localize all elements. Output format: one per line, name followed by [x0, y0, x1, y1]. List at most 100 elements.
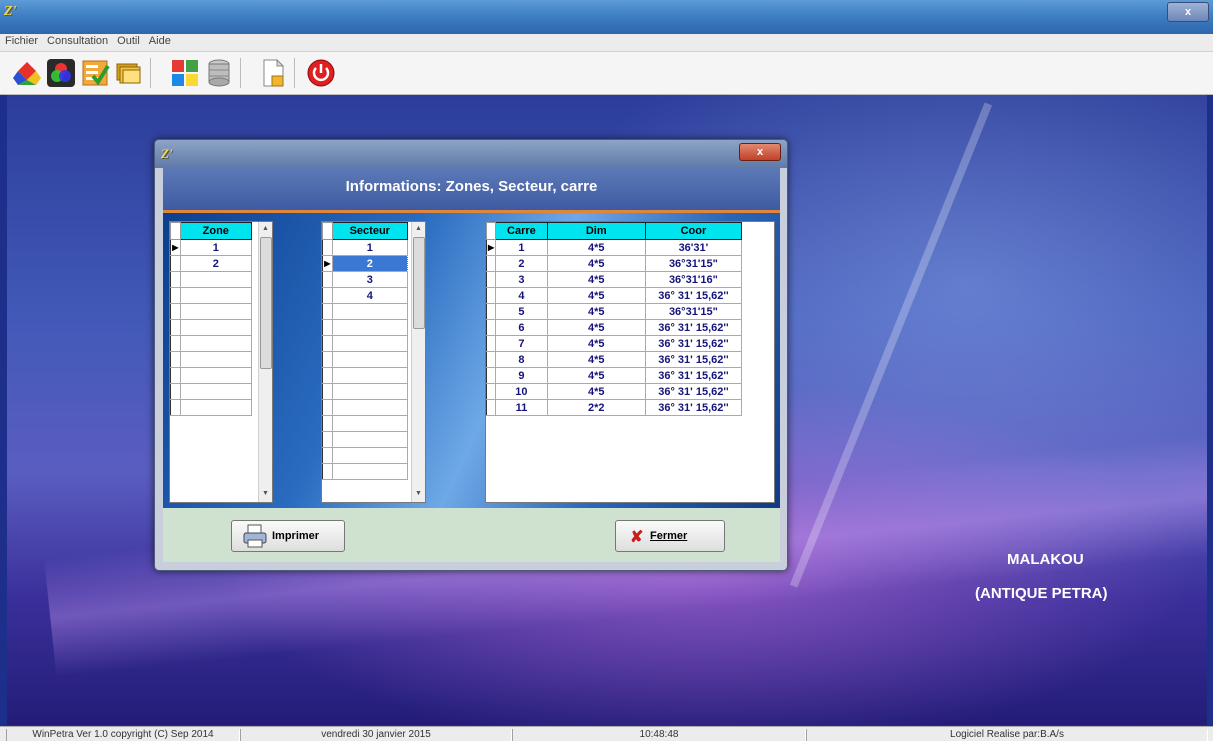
row-indicator[interactable] [322, 399, 333, 416]
table-row[interactable]: 11 2*2 36° 31' 15,62'' [486, 399, 743, 416]
table-row[interactable]: 2 4*5 36°31'15" [486, 255, 743, 272]
grid-cell[interactable]: 6 [495, 319, 548, 336]
table-row[interactable] [170, 287, 253, 304]
grid-cell[interactable] [331, 447, 409, 464]
zone-scrollbar[interactable]: ▲ ▼ [258, 222, 272, 502]
grid-cell[interactable] [179, 319, 253, 336]
grid-cell[interactable]: 4*5 [546, 335, 646, 352]
checklist-icon[interactable] [80, 58, 110, 88]
row-indicator[interactable] [486, 319, 497, 336]
grid-cell[interactable]: 2*2 [546, 399, 646, 416]
grid-cell[interactable] [179, 399, 253, 416]
table-row[interactable]: 1 [322, 239, 409, 256]
secteur-scrollbar[interactable]: ▲ ▼ [411, 222, 425, 502]
grid-cell[interactable]: 4*5 [546, 303, 646, 320]
row-indicator[interactable]: ▶ [486, 239, 497, 256]
grid-cell[interactable]: 2 [495, 255, 548, 272]
row-indicator[interactable] [486, 351, 497, 368]
grid-cell[interactable] [179, 271, 253, 288]
grid-cell[interactable] [179, 367, 253, 384]
grid-cell[interactable]: 36° 31' 15,62'' [644, 383, 743, 400]
table-row[interactable]: 10 4*5 36° 31' 15,62'' [486, 383, 743, 400]
grid-cell[interactable] [331, 383, 409, 400]
carre-grid[interactable]: Carre Dim Coor ▶ 1 4*5 36'31' 2 4*5 36°31'15" 3 4*5… [485, 221, 775, 503]
menu-outil[interactable]: Outil [112, 34, 144, 47]
table-row[interactable] [322, 319, 409, 336]
row-indicator[interactable] [170, 255, 181, 272]
scroll-up-icon[interactable]: ▲ [259, 223, 272, 235]
rgb-circles-icon[interactable] [46, 58, 76, 88]
grid-cell[interactable]: 4 [495, 287, 548, 304]
table-row[interactable]: 3 [322, 271, 409, 288]
grid-cell[interactable]: 1 [331, 239, 409, 256]
grid-cell[interactable]: 3 [495, 271, 548, 288]
grid-cell[interactable]: 36'31' [644, 239, 743, 256]
grid-cell[interactable]: 4*5 [546, 319, 646, 336]
grid-cell[interactable] [179, 351, 253, 368]
table-row[interactable] [170, 271, 253, 288]
grid-cell[interactable] [331, 415, 409, 432]
grid-cell[interactable]: 8 [495, 351, 548, 368]
table-row[interactable] [322, 335, 409, 352]
table-row[interactable] [322, 383, 409, 400]
table-row[interactable]: ▶ 1 4*5 36'31' [486, 239, 743, 256]
shapes-icon[interactable] [12, 58, 42, 88]
row-indicator[interactable] [486, 303, 497, 320]
grid-cell[interactable]: 10 [495, 383, 548, 400]
grid-cell[interactable]: 4*5 [546, 271, 646, 288]
row-indicator[interactable] [170, 271, 181, 288]
table-row[interactable] [170, 319, 253, 336]
grid-cell[interactable] [179, 335, 253, 352]
zone-grid[interactable]: Zone ▶ 1 2 ▲ ▼ [169, 221, 273, 503]
table-row[interactable] [322, 399, 409, 416]
scroll-thumb[interactable] [413, 237, 425, 329]
grid-cell[interactable] [331, 319, 409, 336]
color-grid-icon[interactable] [170, 58, 200, 88]
folders-icon[interactable] [114, 58, 144, 88]
table-row[interactable]: 4 [322, 287, 409, 304]
table-row[interactable]: ▶ 1 [170, 239, 253, 256]
grid-cell[interactable]: 36° 31' 15,62'' [644, 367, 743, 384]
row-indicator[interactable] [322, 335, 333, 352]
grid-cell[interactable]: 4*5 [546, 351, 646, 368]
row-indicator[interactable] [170, 335, 181, 352]
table-row[interactable]: 5 4*5 36°31'15" [486, 303, 743, 320]
row-indicator[interactable] [322, 431, 333, 448]
row-indicator[interactable] [486, 367, 497, 384]
column-header[interactable]: Coor [644, 222, 743, 240]
row-indicator[interactable] [322, 415, 333, 432]
grid-cell[interactable] [179, 287, 253, 304]
grid-cell[interactable]: 1 [495, 239, 548, 256]
table-row[interactable] [322, 303, 409, 320]
grid-cell[interactable]: 36°31'15" [644, 255, 743, 272]
menu-consultation[interactable]: Consultation [42, 34, 112, 47]
grid-cell[interactable]: 5 [495, 303, 548, 320]
table-row[interactable] [322, 447, 409, 464]
column-header[interactable]: Secteur [331, 222, 409, 240]
document-icon[interactable] [258, 58, 288, 88]
table-row[interactable] [322, 415, 409, 432]
table-row[interactable] [322, 367, 409, 384]
grid-cell[interactable] [331, 303, 409, 320]
scroll-up-icon[interactable]: ▲ [412, 223, 425, 235]
menu-fichier[interactable]: Fichier [0, 34, 42, 47]
row-indicator[interactable] [486, 287, 497, 304]
table-row[interactable]: 3 4*5 36°31'16" [486, 271, 743, 288]
table-row[interactable]: 6 4*5 36° 31' 15,62'' [486, 319, 743, 336]
row-indicator[interactable] [170, 367, 181, 384]
grid-cell[interactable]: 11 [495, 399, 548, 416]
row-indicator[interactable]: ▶ [322, 255, 333, 272]
scroll-thumb[interactable] [260, 237, 272, 369]
grid-cell[interactable] [331, 367, 409, 384]
table-row[interactable] [322, 431, 409, 448]
row-indicator[interactable] [170, 303, 181, 320]
grid-cell[interactable]: 36° 31' 15,62'' [644, 319, 743, 336]
row-indicator[interactable] [322, 463, 333, 480]
row-indicator[interactable] [322, 287, 333, 304]
grid-cell[interactable] [331, 431, 409, 448]
row-indicator[interactable] [322, 303, 333, 320]
row-indicator[interactable] [322, 367, 333, 384]
row-indicator[interactable] [170, 383, 181, 400]
table-row[interactable]: 4 4*5 36° 31' 15,62'' [486, 287, 743, 304]
grid-cell[interactable] [331, 399, 409, 416]
